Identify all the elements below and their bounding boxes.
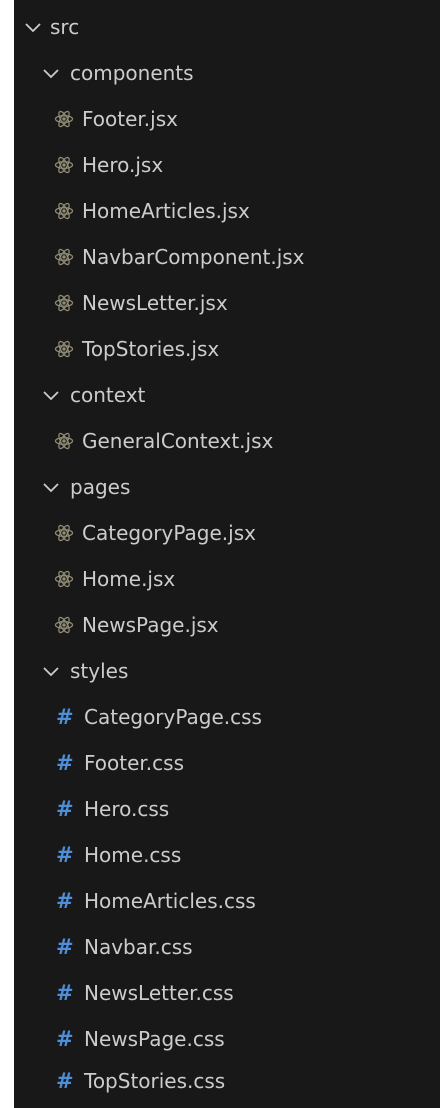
file-item[interactable]: Home.jsx [14,560,440,598]
folder-label: src [50,15,80,39]
file-label: Hero.css [84,797,170,821]
file-item[interactable]: # CategoryPage.css [14,698,440,736]
folder-context[interactable]: context [14,376,440,414]
file-label: Home.css [84,843,182,867]
file-item[interactable]: CategoryPage.jsx [14,514,440,552]
file-label: Footer.jsx [82,107,178,131]
chevron-down-icon[interactable] [40,384,62,406]
file-label: Hero.jsx [82,153,164,177]
chevron-down-icon[interactable] [40,62,62,84]
react-icon [54,293,82,313]
react-icon [54,339,82,359]
css-hash-icon: # [56,705,74,729]
react-icon [54,523,82,543]
chevron-down-icon[interactable] [22,16,44,38]
file-explorer-tree: src components Footer.jsx Hero.jsx HomeA… [14,0,440,1108]
css-hash-icon: # [56,889,74,913]
react-icon [54,155,82,175]
folder-label: components [70,61,194,85]
folder-components[interactable]: components [14,54,440,92]
chevron-down-icon[interactable] [40,660,62,682]
file-item[interactable]: # HomeArticles.css [14,882,440,920]
file-item[interactable]: # TopStories.css [14,1062,440,1100]
file-label: NewsLetter.jsx [82,291,228,315]
react-icon [54,431,82,451]
file-label: HomeArticles.css [84,889,256,913]
file-label: NewsPage.jsx [82,613,219,637]
react-icon [54,615,82,635]
file-item[interactable]: NewsPage.jsx [14,606,440,644]
react-icon [54,201,82,221]
folder-src[interactable]: src [14,6,440,48]
folder-label: styles [70,659,129,683]
file-item[interactable]: HomeArticles.jsx [14,192,440,230]
react-icon [54,569,82,589]
folder-label: pages [70,475,131,499]
css-hash-icon: # [56,843,74,867]
file-item[interactable]: TopStories.jsx [14,330,440,368]
file-item[interactable]: GeneralContext.jsx [14,422,440,460]
file-label: TopStories.css [84,1069,226,1093]
file-item[interactable]: NewsLetter.jsx [14,284,440,322]
css-hash-icon: # [56,935,74,959]
css-hash-icon: # [56,1069,74,1093]
file-item[interactable]: Footer.jsx [14,100,440,138]
file-item[interactable]: # Navbar.css [14,928,440,966]
file-item[interactable]: # NewsLetter.css [14,974,440,1012]
file-label: Home.jsx [82,567,176,591]
folder-pages[interactable]: pages [14,468,440,506]
file-item[interactable]: Hero.jsx [14,146,440,184]
file-item[interactable]: # NewsPage.css [14,1020,440,1058]
file-item[interactable]: NavbarComponent.jsx [14,238,440,276]
file-item[interactable]: # Home.css [14,836,440,874]
folder-styles[interactable]: styles [14,652,440,690]
folder-label: context [70,383,146,407]
file-item[interactable]: # Footer.css [14,744,440,782]
react-icon [54,109,82,129]
react-icon [54,247,82,267]
file-label: CategoryPage.css [84,705,262,729]
file-label: TopStories.jsx [82,337,220,361]
file-label: Navbar.css [84,935,193,959]
css-hash-icon: # [56,1027,74,1051]
chevron-down-icon[interactable] [40,476,62,498]
css-hash-icon: # [56,797,74,821]
file-label: CategoryPage.jsx [82,521,256,545]
file-label: NewsLetter.css [84,981,234,1005]
file-label: NewsPage.css [84,1027,225,1051]
css-hash-icon: # [56,981,74,1005]
css-hash-icon: # [56,751,74,775]
file-label: Footer.css [84,751,184,775]
file-label: GeneralContext.jsx [82,429,274,453]
file-label: HomeArticles.jsx [82,199,250,223]
file-label: NavbarComponent.jsx [82,245,305,269]
file-item[interactable]: # Hero.css [14,790,440,828]
